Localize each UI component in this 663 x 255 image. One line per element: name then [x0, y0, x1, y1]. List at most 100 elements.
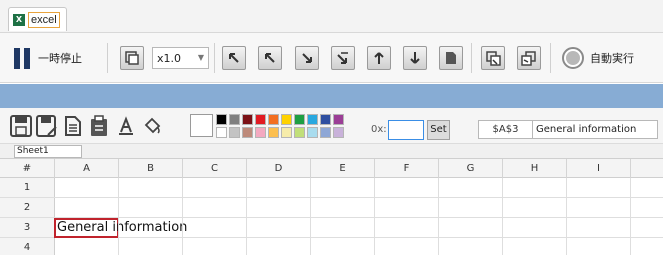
corner-cell[interactable]: # — [0, 159, 55, 178]
set-color-button[interactable]: Set — [427, 120, 450, 140]
color-swatch[interactable] — [307, 114, 318, 125]
column-header-c[interactable]: C — [183, 159, 247, 178]
page-button[interactable] — [439, 46, 463, 70]
grid-line — [566, 178, 567, 255]
color-swatch[interactable] — [242, 114, 253, 125]
column-header-e[interactable]: E — [311, 159, 375, 178]
color-swatch[interactable] — [268, 114, 279, 125]
current-color-swatch[interactable] — [190, 114, 213, 137]
row-header[interactable]: 2 — [0, 198, 55, 217]
arrow-down-right-icon — [302, 53, 312, 63]
color-swatch[interactable] — [320, 114, 331, 125]
toolbar-divider — [471, 43, 472, 73]
palette-spacer — [346, 127, 357, 138]
grid-row[interactable]: 2 — [0, 198, 663, 218]
color-swatch[interactable] — [216, 114, 227, 125]
window-arrow-icon — [486, 51, 501, 66]
column-header-g[interactable]: G — [439, 159, 503, 178]
window-right-button[interactable] — [517, 46, 541, 70]
copy-button[interactable] — [61, 114, 85, 138]
toolbar-divider — [107, 43, 108, 73]
row-header[interactable]: 1 — [0, 178, 55, 197]
control-toolbar: 一時停止 x1.0 ▼ 自動実行 — [0, 33, 663, 83]
toolbar-divider — [550, 43, 551, 73]
hex-color-input[interactable] — [388, 120, 424, 140]
replay-icon — [125, 51, 139, 65]
speed-select[interactable]: x1.0 ▼ — [152, 47, 209, 69]
chevron-down-icon: ▼ — [197, 53, 204, 62]
color-swatch[interactable] — [294, 114, 305, 125]
move-up-button[interactable] — [367, 46, 391, 70]
grid-line — [374, 178, 375, 255]
name-box[interactable]: $A$3 — [478, 120, 533, 139]
color-swatch[interactable] — [229, 114, 240, 125]
arrow-up-left-icon — [265, 53, 275, 63]
sheet-tab-strip: Sheet1 — [0, 144, 663, 158]
save-icon — [10, 115, 32, 137]
color-palette — [216, 114, 357, 138]
excel-icon: X — [13, 13, 25, 26]
replay-button[interactable] — [120, 46, 144, 70]
arrow-down-right-icon — [337, 52, 348, 64]
arrow-up-left-icon — [229, 53, 239, 63]
color-swatch[interactable] — [333, 127, 344, 138]
move-up-left-alt-button[interactable] — [258, 46, 282, 70]
color-swatch[interactable] — [281, 127, 292, 138]
move-up-left-button[interactable] — [222, 46, 246, 70]
color-swatch[interactable] — [333, 114, 344, 125]
column-header-f[interactable]: F — [375, 159, 439, 178]
font-color-icon — [119, 116, 133, 135]
row-header[interactable]: 4 — [0, 238, 55, 255]
pause-button[interactable]: 一時停止 — [14, 47, 82, 69]
color-swatch[interactable] — [216, 127, 227, 138]
color-swatch[interactable] — [255, 127, 266, 138]
cell-a3-text: General information — [57, 220, 188, 235]
color-swatch[interactable] — [268, 127, 279, 138]
move-down-right-alt-button[interactable] — [331, 46, 355, 70]
column-header-h[interactable]: H — [503, 159, 567, 178]
auto-run-label: 自動実行 — [590, 52, 634, 65]
save-button[interactable] — [9, 114, 33, 138]
save-as-icon — [36, 115, 57, 137]
font-color-button[interactable] — [114, 114, 138, 138]
move-down-right-button[interactable] — [295, 46, 319, 70]
spreadsheet-grid: # A B C D E F G H I 1 2 3 General inform… — [0, 158, 663, 255]
sheet-tab[interactable]: Sheet1 — [14, 145, 82, 158]
window-left-button[interactable] — [481, 46, 505, 70]
color-swatch[interactable] — [255, 114, 266, 125]
pause-icon — [14, 47, 30, 69]
record-icon — [562, 47, 584, 69]
tab-excel[interactable]: X excel — [8, 7, 67, 31]
column-header-a[interactable]: A — [55, 159, 119, 178]
column-header-b[interactable]: B — [119, 159, 183, 178]
color-swatch[interactable] — [229, 127, 240, 138]
grid-line — [182, 178, 183, 255]
grid-row[interactable]: 3 General information — [0, 218, 663, 238]
fill-color-button[interactable] — [140, 114, 164, 138]
formula-bar[interactable]: General information — [533, 120, 658, 139]
color-swatch[interactable] — [242, 127, 253, 138]
column-header-i[interactable]: I — [567, 159, 631, 178]
grid-line — [118, 178, 119, 255]
column-header-d[interactable]: D — [247, 159, 311, 178]
grid-line — [502, 178, 503, 255]
move-down-button[interactable] — [403, 46, 427, 70]
tab-strip: X excel — [0, 0, 663, 33]
grid-line — [630, 178, 631, 255]
auto-run-button[interactable]: 自動実行 — [562, 46, 634, 70]
paint-bucket-icon — [144, 117, 161, 134]
palette-spacer — [346, 114, 357, 125]
save-as-button[interactable] — [35, 114, 59, 138]
paste-button[interactable] — [87, 114, 111, 138]
color-swatch[interactable] — [307, 127, 318, 138]
color-swatch[interactable] — [294, 127, 305, 138]
page-icon — [446, 52, 456, 64]
color-swatch[interactable] — [281, 114, 292, 125]
window-arrow-icon — [521, 51, 536, 66]
color-swatch[interactable] — [320, 127, 331, 138]
pause-label: 一時停止 — [38, 52, 82, 65]
row-header[interactable]: 3 — [0, 218, 55, 237]
grid-row[interactable]: 4 — [0, 238, 663, 255]
grid-row[interactable]: 1 — [0, 178, 663, 198]
tab-label: excel — [28, 11, 60, 28]
